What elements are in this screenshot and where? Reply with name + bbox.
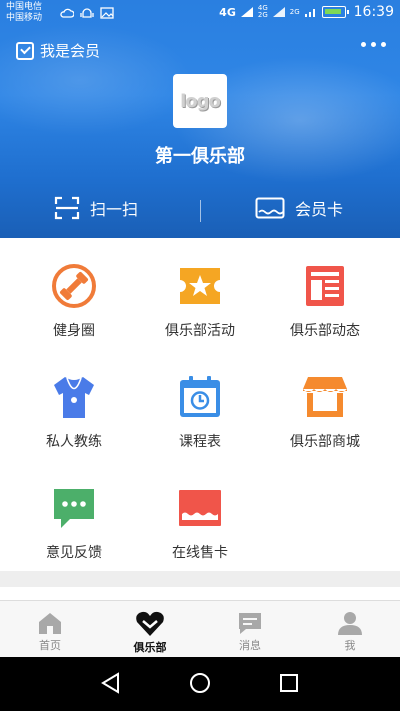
grid-item-feedback[interactable]: 意见反馈	[7, 484, 141, 562]
feature-grid: 健身圈 俱乐部活动 俱乐部动态 私人教练 课程表 俱乐部商城 意见反馈 在线售卡	[0, 238, 400, 571]
grid-item-label: 意见反馈	[46, 545, 102, 561]
system-nav-bar	[0, 657, 400, 711]
coach-shirt-icon	[54, 377, 94, 418]
club-name: 第一俱乐部	[155, 146, 245, 167]
checkbox-icon	[16, 41, 34, 60]
grid-item-club-activity[interactable]: 俱乐部活动	[133, 262, 267, 340]
tab-label: 我	[344, 639, 356, 652]
signal-icon-2	[272, 7, 285, 17]
more-options-button[interactable]	[361, 42, 386, 47]
cloud-check-icon	[60, 8, 74, 18]
member-card-button[interactable]: 会员卡	[255, 196, 343, 220]
scan-label: 扫一扫	[90, 200, 139, 219]
member-toggle-button[interactable]: 我是会员	[16, 40, 100, 61]
grid-item-label: 私人教练	[46, 434, 102, 450]
image-icon	[100, 7, 114, 19]
network-type: 4G	[219, 5, 236, 19]
logo-text: logo	[180, 90, 221, 112]
grid-item-personal-trainer[interactable]: 私人教练	[7, 373, 141, 451]
tab-label: 首页	[39, 639, 61, 652]
tab-label: 消息	[239, 639, 261, 652]
tab-club[interactable]: 俱乐部	[100, 601, 200, 658]
network-mini: 4G 2G	[257, 4, 268, 19]
grid-item-schedule[interactable]: 课程表	[133, 373, 267, 451]
carrier-1: 中国电信	[6, 2, 43, 12]
card-sale-icon	[179, 490, 221, 526]
message-icon	[239, 613, 261, 634]
recents-icon[interactable]	[278, 671, 300, 695]
grid-item-label: 健身圈	[53, 323, 95, 339]
tab-messages[interactable]: 消息	[200, 601, 300, 658]
action-divider	[200, 200, 201, 222]
home-icon	[39, 613, 61, 634]
grid-item-label: 课程表	[179, 434, 221, 450]
chat-bubble-icon	[54, 489, 94, 528]
status-bar: 中国电信 中国移动 4G 4G 2G 2G 16:39	[0, 0, 400, 28]
ticket-star-icon	[180, 268, 220, 304]
member-card-icon	[255, 197, 285, 219]
grid-item-club-news[interactable]: 俱乐部动态	[258, 262, 392, 340]
club-header: 中国电信 中国移动 4G 4G 2G 2G 16:39 我是会员 logo 第一…	[0, 0, 400, 238]
more-dot-icon	[371, 42, 376, 47]
member-label: 我是会员	[40, 42, 101, 60]
more-dot-icon	[361, 42, 366, 47]
grid-item-label: 俱乐部商城	[290, 434, 360, 450]
grid-item-label: 俱乐部活动	[165, 323, 235, 339]
scan-icon	[54, 196, 80, 220]
android-icon	[80, 8, 94, 18]
dumbbell-circle-icon	[52, 264, 96, 308]
club-logo: logo	[173, 74, 227, 128]
tab-home[interactable]: 首页	[0, 601, 100, 658]
tab-me[interactable]: 我	[300, 601, 400, 658]
member-card-label: 会员卡	[295, 200, 344, 219]
more-dot-icon	[381, 42, 386, 47]
grid-item-label: 俱乐部动态	[290, 323, 360, 339]
grid-item-label: 在线售卡	[172, 545, 228, 561]
network-2g: 2G	[289, 7, 300, 16]
bottom-tab-bar: 首页 俱乐部 消息 我	[0, 600, 400, 657]
carrier-2: 中国移动	[6, 13, 43, 23]
carrier-info: 中国电信 中国移动	[6, 2, 42, 24]
calendar-clock-icon	[180, 376, 220, 417]
section-separator	[0, 571, 400, 587]
content-bottom-strip	[0, 587, 400, 600]
grid-item-fitness-circle[interactable]: 健身圈	[7, 262, 141, 340]
grid-item-online-card-sale[interactable]: 在线售卡	[133, 484, 267, 562]
grid-item-club-store[interactable]: 俱乐部商城	[258, 373, 392, 451]
battery-icon	[321, 6, 349, 18]
signal-icon	[240, 7, 253, 17]
scan-button[interactable]: 扫一扫	[54, 196, 138, 220]
store-icon	[303, 377, 347, 417]
home-nav-icon[interactable]	[188, 671, 212, 695]
news-icon	[306, 266, 344, 306]
club-heart-icon	[136, 611, 164, 636]
clock: 16:39	[353, 4, 394, 20]
tab-label: 俱乐部	[133, 641, 167, 654]
person-icon	[338, 612, 362, 635]
back-icon[interactable]	[100, 671, 122, 695]
signal-bars-icon	[304, 9, 315, 17]
